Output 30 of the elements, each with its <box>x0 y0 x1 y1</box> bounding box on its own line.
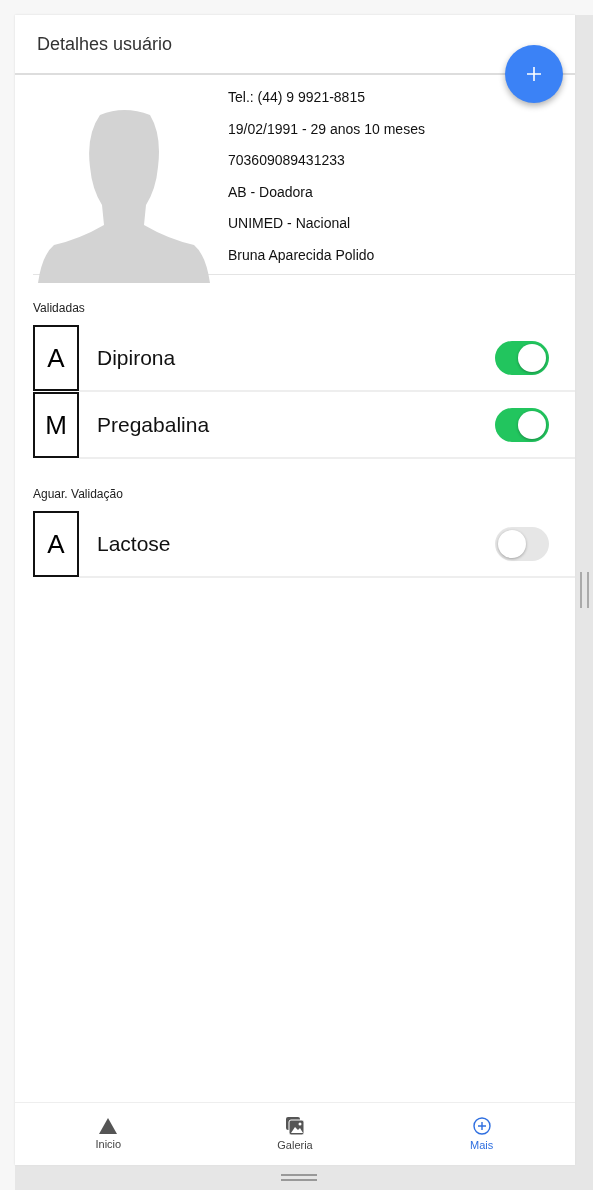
page-title: Detalhes usuário <box>37 33 173 55</box>
profile-detail: Bruna Aparecida Polido <box>228 245 376 265</box>
letter-badge: A <box>33 325 79 391</box>
section-title: Aguar. Validação <box>32 486 124 503</box>
profile-detail: 19/02/1991 - 29 anos 10 meses <box>228 119 425 139</box>
drag-handle[interactable] <box>281 1174 317 1181</box>
nav-tab[interactable]: Inicio <box>15 1103 202 1165</box>
add-button[interactable] <box>505 45 563 103</box>
toggle-switch[interactable] <box>495 407 549 442</box>
item-name: Pregabalina <box>97 412 210 437</box>
plus-icon <box>526 66 542 82</box>
item-name: Lactose <box>97 531 171 556</box>
gallery-icon <box>286 1117 304 1135</box>
letter-badge: A <box>33 511 79 577</box>
profile-detail: UNIMED - Nacional <box>228 214 352 233</box>
resize-grip[interactable] <box>579 572 589 608</box>
profile-detail: AB - Doadora <box>228 182 314 202</box>
toggle-switch[interactable] <box>495 526 549 561</box>
profile-detail: Tel.: (44) 9 9921-8815 <box>228 88 366 107</box>
add-circle-icon <box>472 1117 491 1135</box>
item-name: Dipirona <box>97 345 176 370</box>
letter-badge: M <box>33 392 79 458</box>
toggle-switch[interactable] <box>495 340 549 375</box>
nav-tab[interactable]: Mais <box>388 1103 575 1165</box>
section-title: Validadas <box>32 300 86 317</box>
list-item[interactable]: Dipirona <box>79 325 575 392</box>
triangle-icon <box>99 1118 118 1134</box>
profile-detail: 703609089431233 <box>228 151 346 170</box>
list-item[interactable]: Lactose <box>79 511 575 578</box>
list-item[interactable]: Pregabalina <box>79 392 575 459</box>
